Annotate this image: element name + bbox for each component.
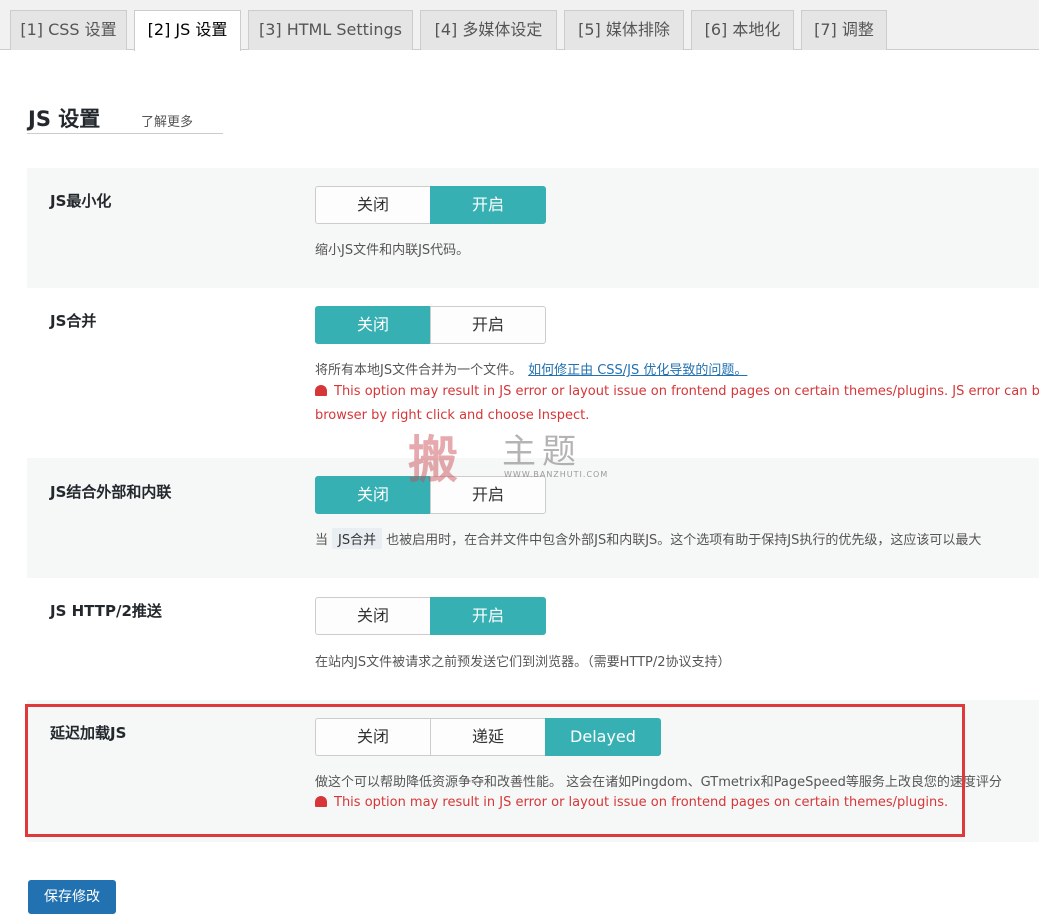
setting-description: 将所有本地JS文件合并为一个文件。 如何修正由 CSS/JS 优化导致的问题。 <box>315 359 747 378</box>
setting-row-js-http2-push: JS HTTP/2推送 关闭 开启 在站内JS文件被请求之前预发送它们到浏览器。… <box>27 578 1039 700</box>
siren-icon <box>315 385 327 396</box>
setting-row-js-defer: 延迟加载JS 关闭 递延 Delayed 做这个可以帮助降低资源争夺和改善性能。… <box>27 700 1039 842</box>
option-off-button[interactable]: 关闭 <box>315 718 431 756</box>
setting-description: 当 JS合并 也被启用时，在合并文件中包含外部JS和内联JS。这个选项有助于保持JS… <box>315 528 981 549</box>
option-on-button[interactable]: 开启 <box>430 306 546 344</box>
setting-label: JS结合外部和内联 <box>50 483 172 501</box>
description-suffix: 也被启用时，在合并文件中包含外部JS和内联JS。这个选项有助于保持JS执行的优先… <box>386 533 982 548</box>
tab-media-excludes[interactable]: [5] 媒体排除 <box>564 10 684 50</box>
watermark-glyph: 搬 <box>408 431 458 489</box>
tab-localization[interactable]: [6] 本地化 <box>691 10 794 50</box>
tab-media-settings[interactable]: [4] 多媒体设定 <box>420 10 557 50</box>
js-combine-toggle: 关闭 开启 <box>315 306 546 344</box>
warning-text: This option may result in JS error or la… <box>334 795 949 810</box>
setting-label: JS最小化 <box>50 192 112 210</box>
setting-label: JS合并 <box>50 312 97 330</box>
setting-label: JS HTTP/2推送 <box>50 602 162 620</box>
setting-description: 缩小JS文件和内联JS代码。 <box>315 243 470 258</box>
js-defer-toggle: 关闭 递延 Delayed <box>315 718 661 756</box>
learn-more-link[interactable]: 了解更多 <box>141 111 193 130</box>
setting-row-js-minify: JS最小化 关闭 开启 缩小JS文件和内联JS代码。 <box>27 168 1039 288</box>
setting-description: 做这个可以帮助降低资源争夺和改善性能。 这会在诸如Pingdom、GTmetri… <box>315 775 1002 790</box>
siren-icon <box>315 796 327 807</box>
save-changes-button[interactable]: 保存修改 <box>28 880 116 914</box>
js-minify-toggle: 关闭 开启 <box>315 186 546 224</box>
option-off-button[interactable]: 关闭 <box>315 186 431 224</box>
description-prefix: 当 <box>315 533 329 548</box>
settings-tab-bar: [1] CSS 设置 [2] JS 设置 [3] HTML Settings [… <box>0 0 1039 51</box>
watermark-text: 主题 <box>502 432 582 472</box>
setting-label: 延迟加载JS <box>50 724 127 742</box>
setting-description: 在站内JS文件被请求之前预发送它们到浏览器。（需要HTTP/2协议支持） <box>315 655 731 670</box>
code-tag: JS合并 <box>332 528 383 549</box>
warning-text: This option may result in JS error or la… <box>334 384 1039 399</box>
option-on-button[interactable]: 开启 <box>430 186 546 224</box>
tab-html-settings[interactable]: [3] HTML Settings <box>248 10 413 50</box>
option-off-button[interactable]: 关闭 <box>315 597 431 635</box>
description-text: 将所有本地JS文件合并为一个文件。 <box>315 363 523 378</box>
tab-js-settings[interactable]: [2] JS 设置 <box>134 10 241 51</box>
watermark-logo: 搬 主题 WWW.BANZHUTI.COM <box>402 418 632 489</box>
tab-tuning[interactable]: [7] 调整 <box>801 10 887 50</box>
js-http2-push-toggle: 关闭 开启 <box>315 597 546 635</box>
option-off-button[interactable]: 关闭 <box>315 306 431 344</box>
option-defer-button[interactable]: 递延 <box>430 718 546 756</box>
watermark-url: WWW.BANZHUTI.COM <box>504 470 609 479</box>
fix-issues-link[interactable]: 如何修正由 CSS/JS 优化导致的问题。 <box>528 363 747 378</box>
option-on-button[interactable]: 开启 <box>430 597 546 635</box>
tab-css-settings[interactable]: [1] CSS 设置 <box>10 10 127 50</box>
section-title: JS 设置 <box>28 107 101 131</box>
section-title-underline <box>27 133 223 134</box>
warning-message: This option may result in JS error or la… <box>315 795 948 810</box>
option-delayed-button[interactable]: Delayed <box>545 718 661 756</box>
warning-message: This option may result in JS error or la… <box>315 384 1039 399</box>
